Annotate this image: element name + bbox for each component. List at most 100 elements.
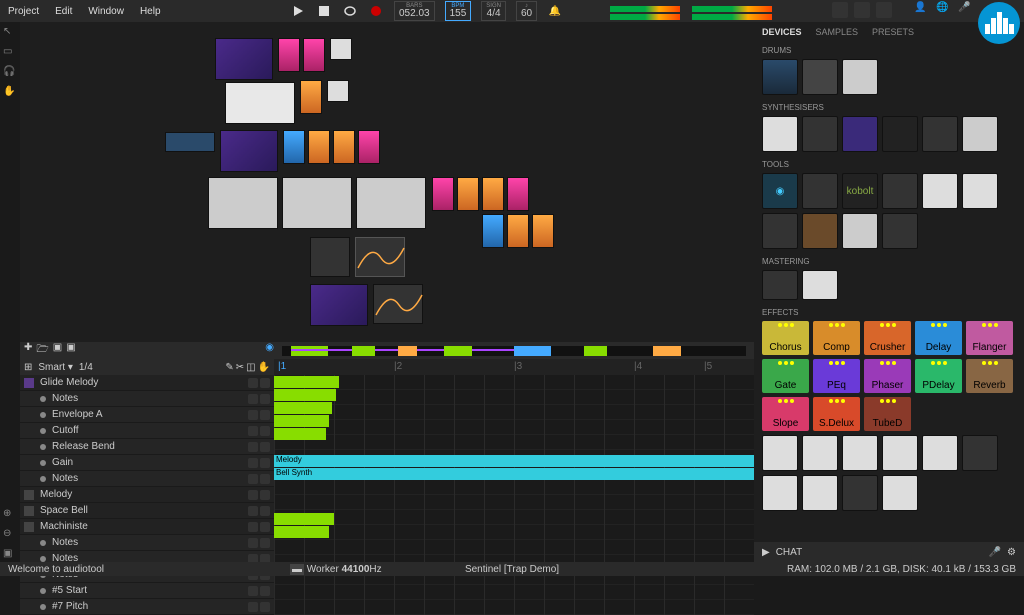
device-fx-2[interactable] bbox=[303, 38, 325, 72]
drum-device-1[interactable] bbox=[762, 59, 798, 95]
tl-tool-1[interactable]: ✚ bbox=[24, 342, 32, 359]
sub-track[interactable]: Notes bbox=[20, 535, 274, 551]
fx-Delay[interactable]: Delay bbox=[915, 321, 962, 355]
clip-notes-5[interactable] bbox=[274, 428, 326, 440]
tool-2[interactable] bbox=[802, 173, 838, 209]
d3[interactable] bbox=[507, 177, 529, 211]
timeline-minimap[interactable] bbox=[282, 346, 746, 356]
synth-4[interactable] bbox=[882, 116, 918, 152]
tool-4[interactable] bbox=[882, 173, 918, 209]
sub-track[interactable]: Notes bbox=[20, 471, 274, 487]
device-canvas[interactable] bbox=[20, 22, 754, 342]
cut-icon[interactable]: ✂ bbox=[236, 362, 244, 373]
fx-Flanger[interactable]: Flanger bbox=[966, 321, 1013, 355]
drum-device-2[interactable] bbox=[802, 59, 838, 95]
fx-extra-10[interactable] bbox=[882, 475, 918, 511]
menu-window[interactable]: Window bbox=[88, 6, 124, 17]
mic-icon[interactable]: 🎤 bbox=[958, 2, 974, 18]
tl-tool-3[interactable]: ▣ bbox=[53, 342, 62, 359]
fit-icon[interactable]: ▣ bbox=[3, 548, 17, 562]
device-synth-2[interactable] bbox=[225, 82, 295, 124]
hand-tool[interactable]: ✋ bbox=[3, 86, 17, 100]
device-fx-4[interactable] bbox=[283, 130, 305, 164]
clip-melody[interactable]: Melody bbox=[274, 455, 754, 467]
select-tool[interactable]: ▭ bbox=[3, 46, 17, 60]
device-fx-6[interactable] bbox=[333, 130, 355, 164]
menu-project[interactable]: Project bbox=[8, 6, 39, 17]
device-fx-1[interactable] bbox=[278, 38, 300, 72]
sub-track[interactable]: #7 Pitch bbox=[20, 599, 274, 615]
fx-extra-4[interactable] bbox=[882, 435, 918, 471]
user-icon[interactable]: 👤 bbox=[914, 2, 930, 18]
timeline-grid[interactable]: |1|2|3|4|5 Melody Bell Synth bbox=[274, 359, 754, 615]
view-icon-1[interactable] bbox=[832, 2, 848, 18]
tab-devices[interactable]: DEVICES bbox=[762, 27, 802, 37]
sub-track[interactable]: Cutoff bbox=[20, 423, 274, 439]
device-mixer-1[interactable] bbox=[208, 177, 278, 229]
fx-extra-8[interactable] bbox=[802, 475, 838, 511]
master-1[interactable] bbox=[762, 270, 798, 300]
device-synth-1[interactable] bbox=[215, 38, 273, 80]
sub-track[interactable]: Notes bbox=[20, 391, 274, 407]
tool-3[interactable]: kobolt bbox=[842, 173, 878, 209]
tl-clock-icon[interactable]: ◉ bbox=[265, 342, 274, 359]
d1[interactable] bbox=[457, 177, 479, 211]
fx-extra-9[interactable] bbox=[842, 475, 878, 511]
device-small-1[interactable] bbox=[330, 38, 352, 60]
sub-track[interactable]: #5 Start bbox=[20, 583, 274, 599]
tl-smart-row[interactable]: ⊞Smart ▾1/4 ✎✂◫✋ bbox=[20, 359, 274, 375]
device-synth-5[interactable] bbox=[310, 284, 368, 326]
track-row[interactable]: Melody bbox=[20, 487, 274, 503]
fx-extra-1[interactable] bbox=[762, 435, 798, 471]
fx-PEq[interactable]: PEq bbox=[813, 359, 860, 393]
clip-notes-2[interactable] bbox=[274, 389, 336, 401]
fx-Crusher[interactable]: Crusher bbox=[864, 321, 911, 355]
fx-extra-2[interactable] bbox=[802, 435, 838, 471]
fx-Chorus[interactable]: Chorus bbox=[762, 321, 809, 355]
clip-bell[interactable]: Bell Synth bbox=[274, 468, 754, 480]
clip-bottom-1[interactable] bbox=[274, 513, 334, 525]
d4[interactable] bbox=[482, 214, 504, 248]
device-fx-7[interactable] bbox=[358, 130, 380, 164]
chat-toggle[interactable]: ▶CHAT🎤⚙ bbox=[754, 542, 1024, 562]
tool-9[interactable] bbox=[842, 213, 878, 249]
view-icon-2[interactable] bbox=[854, 2, 870, 18]
bpm-display[interactable]: BPM155 bbox=[445, 1, 472, 21]
sub-track[interactable]: Envelope A bbox=[20, 407, 274, 423]
record-button[interactable] bbox=[368, 3, 384, 19]
clip-bottom-2[interactable] bbox=[274, 526, 329, 538]
synth-1[interactable] bbox=[762, 116, 798, 152]
tool-8[interactable] bbox=[802, 213, 838, 249]
d2[interactable] bbox=[482, 177, 504, 211]
tl-tool-4[interactable]: ▣ bbox=[66, 342, 75, 359]
tool-10[interactable] bbox=[882, 213, 918, 249]
track-row[interactable]: Machiniste bbox=[20, 519, 274, 535]
chat-gear-icon[interactable]: ⚙ bbox=[1007, 547, 1016, 558]
synth-3[interactable] bbox=[842, 116, 878, 152]
drum-device-3[interactable] bbox=[842, 59, 878, 95]
synth-5[interactable] bbox=[922, 116, 958, 152]
tl-tool-2[interactable]: 🗁 bbox=[36, 342, 48, 359]
view-icon-3[interactable] bbox=[876, 2, 892, 18]
fx-Phaser[interactable]: Phaser bbox=[864, 359, 911, 393]
device-fx-5[interactable] bbox=[308, 130, 330, 164]
d6[interactable] bbox=[532, 214, 554, 248]
sub-track[interactable]: Gain bbox=[20, 455, 274, 471]
fx-Gate[interactable]: Gate bbox=[762, 359, 809, 393]
device-synth-4[interactable] bbox=[220, 130, 278, 172]
fx-extra-3[interactable] bbox=[842, 435, 878, 471]
synth-2[interactable] bbox=[802, 116, 838, 152]
fx-TubeD[interactable]: TubeD bbox=[864, 397, 911, 431]
tool-7[interactable] bbox=[762, 213, 798, 249]
clip-notes-3[interactable] bbox=[274, 402, 332, 414]
tool-1[interactable]: ◉ bbox=[762, 173, 798, 209]
eraser-icon[interactable]: ◫ bbox=[246, 362, 255, 373]
clip-notes-4[interactable] bbox=[274, 415, 329, 427]
device-mixer-3[interactable] bbox=[356, 177, 426, 229]
device-fx-row[interactable] bbox=[432, 177, 454, 211]
menu-help[interactable]: Help bbox=[140, 6, 161, 17]
fx-Slope[interactable]: Slope bbox=[762, 397, 809, 431]
master-2[interactable] bbox=[802, 270, 838, 300]
device-small-2[interactable] bbox=[327, 80, 349, 102]
tool-5[interactable] bbox=[922, 173, 958, 209]
